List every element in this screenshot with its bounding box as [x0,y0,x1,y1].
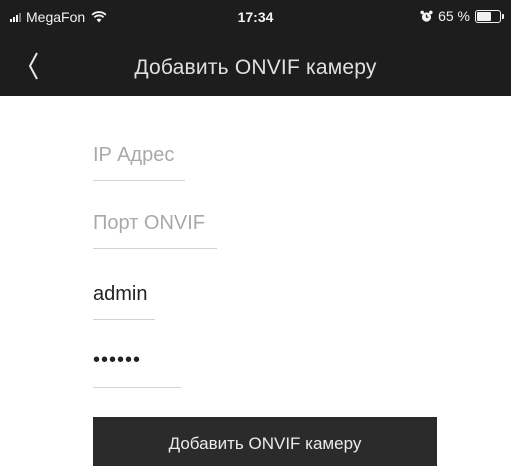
battery-percentage: 65 % [438,8,470,24]
onvif-port-underline [93,248,217,249]
username-field [93,281,155,320]
screen: MegaFon 17:34 65 % Добавить ONVIF камеру… [0,0,511,466]
battery-icon [475,9,504,23]
ip-address-input[interactable] [93,142,185,168]
password-underline [93,387,181,388]
add-onvif-camera-button[interactable]: Добавить ONVIF камеру [93,417,437,466]
onvif-port-field [93,210,217,249]
password-field [93,347,181,388]
username-input[interactable] [93,281,155,307]
page-title: Добавить ONVIF камеру [134,56,377,79]
battery-fill [477,11,491,21]
status-bar: MegaFon 17:34 65 % [0,0,511,36]
ip-address-underline [93,180,185,181]
username-underline [93,319,155,320]
password-input[interactable] [93,347,181,373]
nav-bar: Добавить ONVIF камеру [0,36,511,96]
status-right: 65 % [420,8,504,24]
ip-address-field [93,142,185,181]
alarm-icon [420,10,433,22]
onvif-port-input[interactable] [93,210,217,236]
